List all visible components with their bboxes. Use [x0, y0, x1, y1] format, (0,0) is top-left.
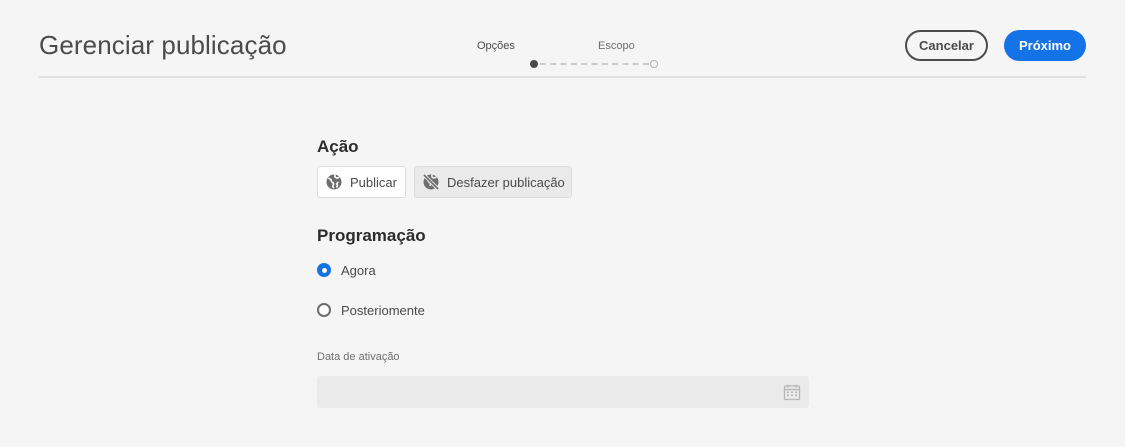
step-indicator-scope	[650, 60, 658, 68]
activation-date-label: Data de ativação	[317, 351, 400, 363]
step-connector	[540, 63, 649, 65]
schedule-later-option[interactable]: Posteriomente	[317, 301, 425, 319]
wizard-stepper: Opções Escopo	[475, 38, 695, 74]
activation-date-field[interactable]	[317, 376, 809, 408]
radio-later-unchecked[interactable]	[317, 303, 331, 317]
globe-icon	[325, 173, 350, 191]
step-indicator-options	[530, 60, 538, 68]
schedule-now-option[interactable]: Agora	[317, 261, 376, 279]
action-section-title: Ação	[317, 137, 359, 156]
next-button[interactable]: Próximo	[1004, 30, 1086, 61]
globe-strike-icon	[422, 173, 447, 191]
publish-label: Publicar	[350, 174, 397, 190]
unpublish-label: Desfazer publicação	[447, 174, 565, 190]
calendar-icon[interactable]	[783, 383, 801, 401]
cancel-button[interactable]: Cancelar	[905, 30, 988, 61]
schedule-section-title: Programação	[317, 226, 426, 245]
radio-now-checked[interactable]	[317, 263, 331, 277]
manage-publication-page: Gerenciar publicação Opções Escopo Cance…	[0, 0, 1125, 447]
publish-button[interactable]: Publicar	[317, 166, 406, 198]
header: Gerenciar publicação Opções Escopo Cance…	[39, 0, 1086, 78]
step-label-scope: Escopo	[598, 40, 635, 52]
schedule-later-label: Posteriomente	[341, 302, 425, 318]
page-title: Gerenciar publicação	[39, 30, 287, 60]
schedule-now-label: Agora	[341, 262, 376, 278]
unpublish-button[interactable]: Desfazer publicação	[414, 166, 572, 198]
step-label-options: Opções	[477, 40, 515, 52]
